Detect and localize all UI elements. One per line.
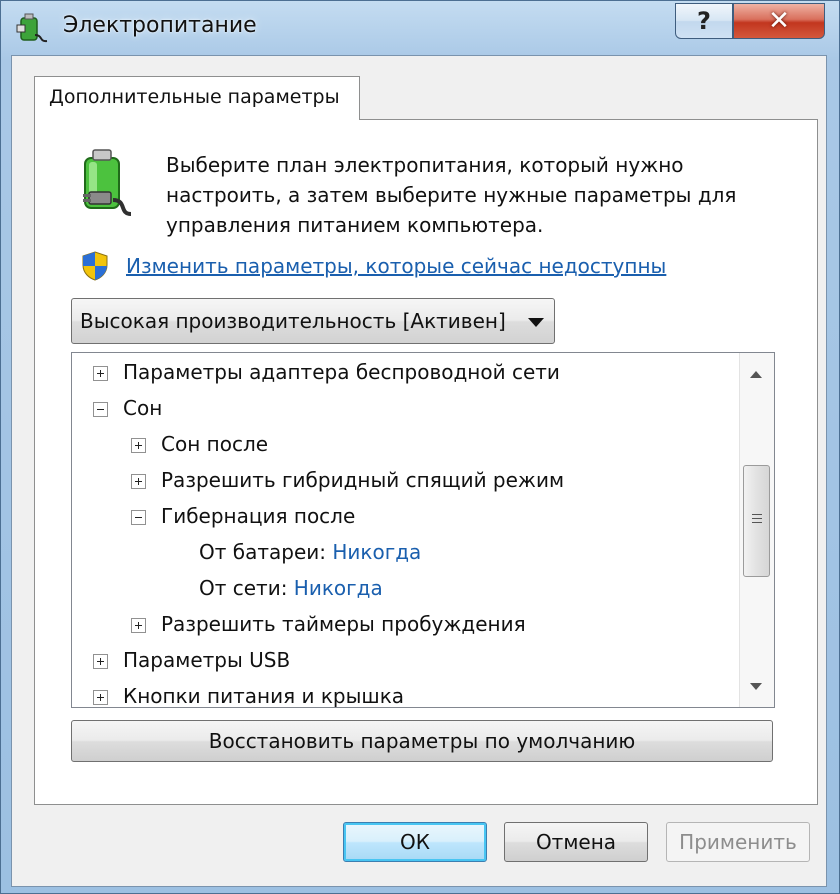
collapse-minus-icon[interactable]	[93, 402, 108, 417]
expand-plus-icon[interactable]	[131, 438, 146, 453]
tree-item-label: Параметры адаптера беспроводной сети	[123, 360, 560, 384]
scroll-down-arrow-icon[interactable]	[750, 683, 762, 690]
setting-value-link[interactable]: Никогда	[332, 540, 421, 564]
tree-item-label: Сон после	[161, 432, 269, 456]
dialog-client-area: Дополнительные параметры Выберите план э…	[11, 55, 827, 887]
power-plug-icon	[16, 13, 48, 43]
tree-item-label: Гибернация после	[161, 504, 356, 528]
tree-item-label: Сон	[123, 396, 163, 420]
apply-button[interactable]: Применить	[666, 822, 810, 862]
expand-plus-icon[interactable]	[131, 618, 146, 633]
tree-item-plugged-in: От сети: Никогда	[199, 576, 383, 604]
tree-item-on-battery: От батареи: Никогда	[199, 540, 421, 568]
description-text: Выберите план электропитания, который ну…	[166, 150, 786, 240]
grip-line	[752, 514, 762, 515]
tree-item-label: Кнопки питания и крышка	[123, 684, 405, 708]
close-button[interactable]: ✕	[733, 3, 825, 39]
description-line-2: настроить, а затем выберите нужные парам…	[166, 183, 737, 207]
tree-item-label: Разрешить гибридный спящий режим	[161, 468, 565, 492]
title-bar[interactable]: Электропитание ? ✕	[1, 1, 839, 57]
tab-panel: Выберите план электропитания, который ну…	[34, 119, 818, 805]
grip-line	[752, 522, 762, 523]
help-button[interactable]: ?	[675, 3, 733, 39]
tree-item-label: Разрешить таймеры пробуждения	[161, 612, 526, 636]
ok-button[interactable]: ОК	[343, 822, 487, 862]
expand-plus-icon[interactable]	[93, 366, 108, 381]
tab-advanced-settings[interactable]: Дополнительные параметры	[34, 76, 360, 120]
grip-line	[752, 518, 762, 519]
collapse-minus-icon[interactable]	[131, 510, 146, 525]
description-line-1: Выберите план электропитания, который ну…	[166, 153, 684, 177]
scroll-thumb[interactable]	[743, 465, 770, 577]
settings-tree[interactable]: Параметры адаптера беспроводной сети Сон…	[71, 352, 775, 708]
setting-value-link[interactable]: Никогда	[294, 576, 383, 600]
scroll-up-arrow-icon[interactable]	[750, 371, 762, 378]
power-plan-selected-value: Высокая производительность [Активен]	[80, 309, 506, 333]
battery-plug-icon	[83, 149, 132, 216]
change-unavailable-settings-link[interactable]: Изменить параметры, которые сейчас недос…	[126, 254, 666, 278]
tree-item-label: Параметры USB	[123, 648, 291, 672]
expand-plus-icon[interactable]	[93, 654, 108, 669]
window-title: Электропитание	[63, 13, 257, 38]
power-options-window: Электропитание ? ✕ Дополнительные параме…	[0, 0, 840, 894]
chevron-down-icon[interactable]	[528, 318, 544, 327]
restore-defaults-button[interactable]: Восстановить параметры по умолчанию	[71, 720, 773, 762]
cancel-button[interactable]: Отмена	[504, 822, 648, 862]
expand-plus-icon[interactable]	[93, 690, 108, 705]
power-plan-dropdown[interactable]: Высокая производительность [Активен]	[71, 298, 555, 344]
vertical-scrollbar[interactable]	[739, 353, 774, 707]
setting-label: От батареи:	[199, 540, 326, 564]
setting-label: От сети:	[199, 576, 288, 600]
description-line-3: управления питанием компьютера.	[166, 213, 544, 237]
expand-plus-icon[interactable]	[131, 474, 146, 489]
uac-shield-icon	[82, 251, 108, 281]
